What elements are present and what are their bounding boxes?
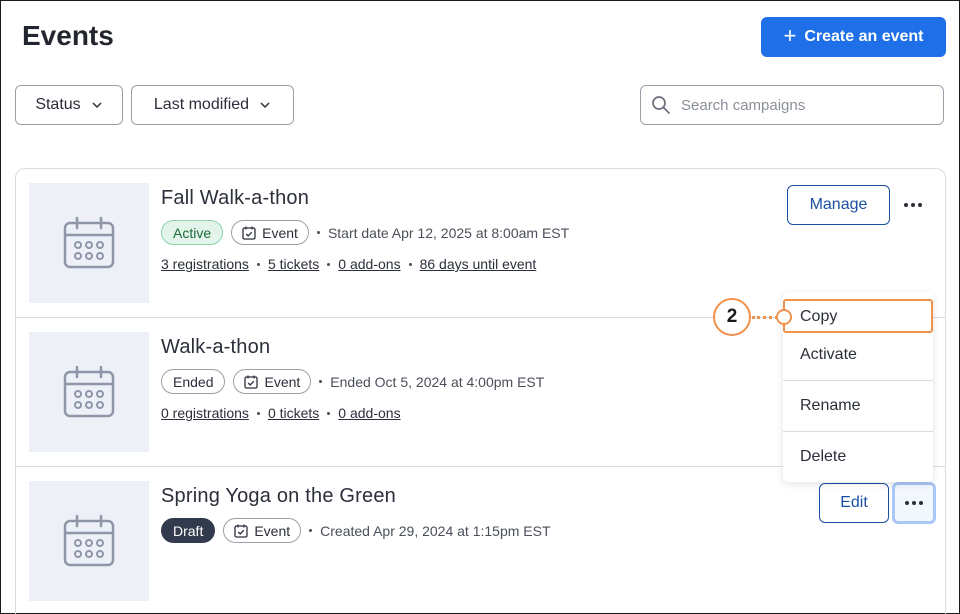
- separator-dot: [408, 262, 412, 266]
- add-ons-link[interactable]: 0 add-ons: [338, 256, 400, 272]
- event-date: Ended Oct 5, 2024 at 4:00pm EST: [330, 373, 545, 390]
- event-date-wrap: Created Apr 29, 2024 at 1:15pm EST: [309, 522, 551, 539]
- create-event-button[interactable]: + Create an event: [761, 17, 946, 57]
- event-links: 0 registrations 0 tickets 0 add-ons: [161, 405, 401, 421]
- registrations-link[interactable]: 3 registrations: [161, 256, 249, 272]
- separator-dot: [256, 411, 260, 415]
- tickets-link[interactable]: 5 tickets: [268, 256, 319, 272]
- last-modified-filter-dropdown[interactable]: Last modified: [131, 85, 294, 125]
- chevron-down-icon: [92, 102, 102, 109]
- registrations-link[interactable]: 0 registrations: [161, 405, 249, 421]
- separator-dot: [316, 231, 320, 234]
- menu-item-rename[interactable]: Rename: [783, 381, 933, 431]
- event-date: Created Apr 29, 2024 at 1:15pm EST: [320, 522, 551, 539]
- event-title[interactable]: Walk-a-thon: [161, 336, 270, 359]
- manage-button[interactable]: Manage: [787, 185, 890, 225]
- event-type-badge: Event: [233, 369, 312, 394]
- status-badge: Active: [161, 220, 224, 245]
- calendar-icon: [63, 514, 115, 567]
- event-type-label: Event: [262, 224, 298, 241]
- menu-item-activate[interactable]: Activate: [783, 330, 933, 380]
- event-thumbnail: [29, 183, 149, 303]
- separator-dot: [327, 262, 331, 266]
- more-icon: [905, 501, 923, 505]
- event-type-badge: Event: [223, 518, 302, 543]
- status-filter-dropdown[interactable]: Status: [15, 85, 123, 125]
- plus-icon: +: [783, 23, 797, 48]
- create-event-label: Create an event: [804, 28, 924, 45]
- tickets-link[interactable]: 0 tickets: [268, 405, 319, 421]
- last-modified-filter-label: Last modified: [153, 96, 250, 113]
- search-input[interactable]: [681, 96, 921, 114]
- event-date: Start date Apr 12, 2025 at 8:00am EST: [327, 224, 570, 241]
- search-box[interactable]: [640, 85, 944, 125]
- separator-dot: [256, 262, 260, 266]
- menu-item-delete[interactable]: Delete: [783, 432, 933, 482]
- calendar-check-icon: [244, 375, 259, 389]
- callout-connector: [752, 316, 778, 319]
- event-title[interactable]: Spring Yoga on the Green: [161, 485, 396, 508]
- calendar-check-icon: [234, 524, 248, 538]
- chevron-down-icon: [260, 102, 270, 109]
- edit-button[interactable]: Edit: [819, 483, 889, 523]
- event-meta: Ended Event Ended Oct 5, 2024 at 4:00pm …: [161, 369, 544, 394]
- more-icon: [904, 203, 922, 207]
- calendar-icon: [63, 216, 115, 269]
- status-badge: Draft: [161, 518, 216, 543]
- search-icon: [652, 96, 670, 114]
- add-ons-link[interactable]: 0 add-ons: [338, 405, 400, 421]
- event-meta: Active Event Start date Apr 12, 2025 at …: [161, 220, 569, 245]
- more-options-button[interactable]: [893, 185, 933, 225]
- event-thumbnail: [29, 332, 149, 452]
- event-thumbnail: [29, 481, 149, 601]
- calendar-icon: [63, 365, 115, 418]
- status-badge: Ended: [161, 369, 226, 394]
- days-until-event-link[interactable]: 86 days until event: [420, 256, 537, 272]
- event-date-wrap: Start date Apr 12, 2025 at 8:00am EST: [316, 224, 570, 241]
- more-options-button[interactable]: [892, 482, 936, 524]
- calendar-check-icon: [242, 226, 256, 240]
- copy-highlight-outline: [783, 299, 933, 333]
- step-number-callout: 2: [713, 298, 751, 336]
- page-title: Events: [22, 20, 114, 51]
- event-links: 3 registrations 5 tickets 0 add-ons 86 d…: [161, 256, 536, 272]
- event-type-label: Event: [264, 373, 301, 390]
- event-row: Spring Yoga on the Green Draft Event Cre…: [16, 467, 945, 614]
- separator-dot: [319, 380, 323, 383]
- callout-connector-ring: [776, 309, 792, 325]
- status-filter-label: Status: [35, 96, 81, 113]
- event-title[interactable]: Fall Walk-a-thon: [161, 187, 309, 210]
- event-type-label: Event: [254, 522, 291, 539]
- event-meta: Draft Event Created Apr 29, 2024 at 1:15…: [161, 518, 551, 543]
- separator-dot: [309, 529, 313, 532]
- separator-dot: [327, 411, 331, 415]
- event-date-wrap: Ended Oct 5, 2024 at 4:00pm EST: [319, 374, 544, 390]
- event-type-badge: Event: [231, 220, 309, 245]
